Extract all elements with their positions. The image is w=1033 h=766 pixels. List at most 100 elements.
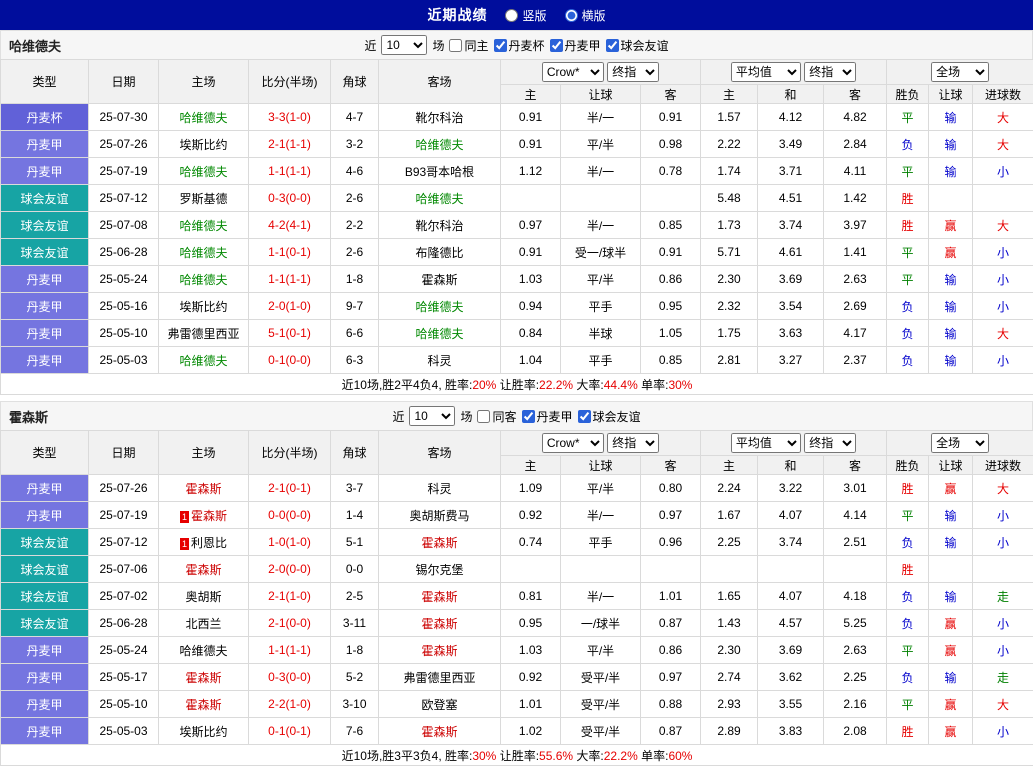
match-row: 丹麦甲25-07-19哈维德夫1-1(1-1)4-6B93哥本哈根1.12半/一… — [1, 158, 1033, 185]
avg-odds-time-select[interactable]: 终指 — [804, 433, 856, 453]
score-link[interactable]: 1-0(1-0) — [268, 535, 311, 549]
league-filter-input[interactable] — [550, 39, 563, 52]
score-link[interactable]: 2-2(1-0) — [268, 697, 311, 711]
same-venue-checkbox[interactable]: 同客 — [477, 408, 516, 425]
home-team-link[interactable]: 霍森斯 — [185, 563, 221, 577]
corner-cell: 6-6 — [331, 320, 379, 347]
score-link[interactable]: 0-3(0-0) — [268, 670, 311, 684]
league-filter-checkbox[interactable]: 丹麦甲 — [522, 408, 573, 425]
handicap-result-cell: 输 — [929, 131, 973, 158]
home-team-link[interactable]: 罗斯基德 — [179, 192, 227, 206]
odds-source-select[interactable]: Crow* — [542, 433, 604, 453]
layout-radio-horizontal[interactable]: 横版 — [565, 7, 606, 24]
home-team-link[interactable]: 哈维德夫 — [179, 644, 227, 658]
home-team-link[interactable]: 哈维德夫 — [179, 354, 227, 368]
corner-cell: 5-1 — [331, 529, 379, 556]
home-team-link[interactable]: 埃斯比约 — [179, 725, 227, 739]
away-team-link[interactable]: 霍森斯 — [421, 273, 457, 287]
away-team-link[interactable]: 哈维德夫 — [415, 327, 463, 341]
goals-result-cell: 走 — [973, 664, 1033, 691]
score-link[interactable]: 5-1(0-1) — [268, 326, 311, 340]
away-team-link[interactable]: 哈维德夫 — [415, 138, 463, 152]
home-team-link[interactable]: 哈维德夫 — [179, 219, 227, 233]
league-filter-checkbox[interactable]: 丹麦甲 — [550, 37, 601, 54]
odds-source-time-select[interactable]: 终指 — [607, 433, 659, 453]
home-team-link[interactable]: 霍森斯 — [185, 698, 221, 712]
score-link[interactable]: 1-1(1-1) — [268, 272, 311, 286]
away-team-link[interactable]: 靴尔科治 — [415, 111, 463, 125]
home-team-link[interactable]: 哈维德夫 — [179, 111, 227, 125]
goals-result-cell — [973, 185, 1033, 212]
score-link[interactable]: 3-3(1-0) — [268, 110, 311, 124]
home-team-link[interactable]: 埃斯比约 — [179, 300, 227, 314]
league-filter-checkbox[interactable]: 球会友谊 — [606, 37, 669, 54]
score-link[interactable]: 2-1(0-1) — [268, 481, 311, 495]
score-link[interactable]: 4-2(4-1) — [268, 218, 311, 232]
same-venue-input[interactable] — [477, 410, 490, 423]
same-venue-input[interactable] — [449, 39, 462, 52]
away-team-link[interactable]: 弗雷德里西亚 — [403, 671, 475, 685]
away-team-link[interactable]: 霍森斯 — [421, 617, 457, 631]
league-filter-checkbox[interactable]: 球会友谊 — [578, 408, 641, 425]
league-filter-input[interactable] — [494, 39, 507, 52]
layout-radio-vertical-input[interactable] — [505, 9, 518, 22]
home-team-link[interactable]: 哈维德夫 — [179, 165, 227, 179]
avg-draw-odds-cell: 3.49 — [758, 131, 824, 158]
away-team-link[interactable]: B93哥本哈根 — [405, 165, 474, 179]
score-link[interactable]: 1-1(1-1) — [268, 164, 311, 178]
score-link[interactable]: 0-0(0-0) — [268, 508, 311, 522]
recent-count-select[interactable]: 10 — [409, 406, 455, 426]
away-team-link[interactable]: 欧登塞 — [421, 698, 457, 712]
score-link[interactable]: 1-1(0-1) — [268, 245, 311, 259]
odds-source-time-select[interactable]: 终指 — [607, 62, 659, 82]
score-link[interactable]: 2-1(1-0) — [268, 589, 311, 603]
home-team-link[interactable]: 北西兰 — [185, 617, 221, 631]
score-link[interactable]: 2-1(0-0) — [268, 616, 311, 630]
away-team-link[interactable]: 霍森斯 — [421, 644, 457, 658]
home-team-link[interactable]: 霍森斯 — [191, 509, 227, 523]
odds-source-select[interactable]: Crow* — [542, 62, 604, 82]
home-team-link[interactable]: 埃斯比约 — [179, 138, 227, 152]
home-team-link[interactable]: 利恩比 — [191, 536, 227, 550]
away-team-link[interactable]: 科灵 — [427, 482, 451, 496]
avg-odds-time-select[interactable]: 终指 — [804, 62, 856, 82]
same-venue-checkbox[interactable]: 同主 — [449, 37, 488, 54]
match-scope-select[interactable]: 全场 — [931, 62, 989, 82]
layout-radio-horizontal-input[interactable] — [565, 9, 578, 22]
home-team-link[interactable]: 哈维德夫 — [179, 246, 227, 260]
handicap-cell: 平手 — [561, 529, 641, 556]
avg-odds-select[interactable]: 平均值 — [731, 62, 801, 82]
avg-draw-odds-cell: 3.71 — [758, 158, 824, 185]
match-scope-select[interactable]: 全场 — [931, 433, 989, 453]
away-team-link[interactable]: 霍森斯 — [421, 536, 457, 550]
score-link[interactable]: 2-0(0-0) — [268, 562, 311, 576]
score-link[interactable]: 0-3(0-0) — [268, 191, 311, 205]
home-team-link[interactable]: 哈维德夫 — [179, 273, 227, 287]
summary-text: 22.2% — [604, 749, 638, 763]
home-team-link[interactable]: 弗雷德里西亚 — [167, 327, 239, 341]
avg-draw-odds-cell: 3.74 — [758, 212, 824, 239]
away-team-link[interactable]: 哈维德夫 — [415, 300, 463, 314]
score-link[interactable]: 2-0(1-0) — [268, 299, 311, 313]
away-team-link[interactable]: 霍森斯 — [421, 590, 457, 604]
away-team-link[interactable]: 奥胡斯费马 — [409, 509, 469, 523]
layout-radio-vertical[interactable]: 竖版 — [505, 7, 546, 24]
home-team-link[interactable]: 奥胡斯 — [185, 590, 221, 604]
league-filter-input[interactable] — [578, 410, 591, 423]
away-team-link[interactable]: 靴尔科治 — [415, 219, 463, 233]
score-link[interactable]: 0-1(0-0) — [268, 353, 311, 367]
away-team-link[interactable]: 哈维德夫 — [415, 192, 463, 206]
away-team-link[interactable]: 布隆德比 — [415, 246, 463, 260]
score-link[interactable]: 1-1(1-1) — [268, 643, 311, 657]
home-team-link[interactable]: 霍森斯 — [185, 671, 221, 685]
recent-count-select[interactable]: 10 — [381, 35, 427, 55]
away-team-link[interactable]: 霍森斯 — [421, 725, 457, 739]
away-team-link[interactable]: 科灵 — [427, 354, 451, 368]
score-link[interactable]: 2-1(1-1) — [268, 137, 311, 151]
away-team-link[interactable]: 锡尔克堡 — [415, 563, 463, 577]
league-filter-input[interactable] — [606, 39, 619, 52]
avg-odds-select[interactable]: 平均值 — [731, 433, 801, 453]
home-team-link[interactable]: 霍森斯 — [185, 482, 221, 496]
league-filter-input[interactable] — [522, 410, 535, 423]
league-filter-checkbox[interactable]: 丹麦杯 — [494, 37, 545, 54]
